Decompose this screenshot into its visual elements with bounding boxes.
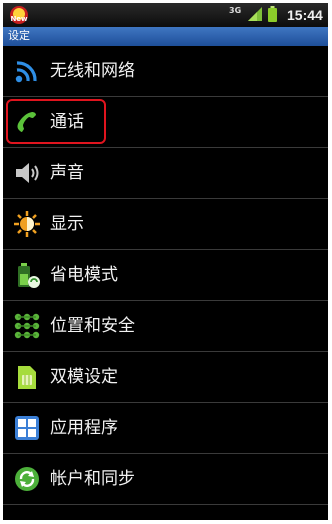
apps-icon xyxy=(15,416,39,440)
settings-item-label: 位置和安全 xyxy=(50,316,135,336)
network-type: 3G xyxy=(229,6,242,15)
battery-icon xyxy=(268,6,277,22)
wifi-icon xyxy=(15,61,37,83)
settings-item-label: 显示 xyxy=(50,214,84,234)
status-bar: New 3G 15:44 xyxy=(3,3,328,27)
brightness-icon xyxy=(14,211,40,237)
sim-card-icon xyxy=(18,366,36,389)
signal-icon xyxy=(248,7,262,21)
settings-item-label: 帐户和同步 xyxy=(50,469,135,489)
speaker-icon xyxy=(16,163,39,183)
call-highlight-box xyxy=(6,99,106,144)
settings-item-power-saving[interactable]: 省电模式 xyxy=(3,250,328,301)
page-title: 设定 xyxy=(8,29,30,42)
news-badge-text: New xyxy=(10,15,28,23)
settings-item-applications[interactable]: 应用程序 xyxy=(3,403,328,454)
clock: 15:44 xyxy=(287,7,323,23)
sync-icon xyxy=(15,467,39,491)
settings-item-label: 省电模式 xyxy=(50,265,118,285)
settings-item-sound[interactable]: 声音 xyxy=(3,148,328,199)
settings-item-label: 双模设定 xyxy=(50,367,118,387)
settings-item-dual-mode[interactable]: 双模设定 xyxy=(3,352,328,403)
settings-item-label: 应用程序 xyxy=(50,418,118,438)
settings-item-label: 无线和网络 xyxy=(50,61,135,81)
settings-item-accounts-sync[interactable]: 帐户和同步 xyxy=(3,454,328,505)
battery-saver-icon xyxy=(18,263,40,288)
news-notification-icon[interactable]: New xyxy=(9,5,29,25)
settings-item-display[interactable]: 显示 xyxy=(3,199,328,250)
settings-item-label: 声音 xyxy=(50,163,84,183)
settings-item-location-security[interactable]: 位置和安全 xyxy=(3,301,328,352)
phone-screen: New 3G 15:44 设定 无线和网络 通话 声音 显示 省电模式 位置和安… xyxy=(3,3,328,520)
location-grid-icon xyxy=(14,313,40,339)
title-bar: 设定 xyxy=(3,27,328,46)
settings-item-wireless[interactable]: 无线和网络 xyxy=(3,46,328,97)
